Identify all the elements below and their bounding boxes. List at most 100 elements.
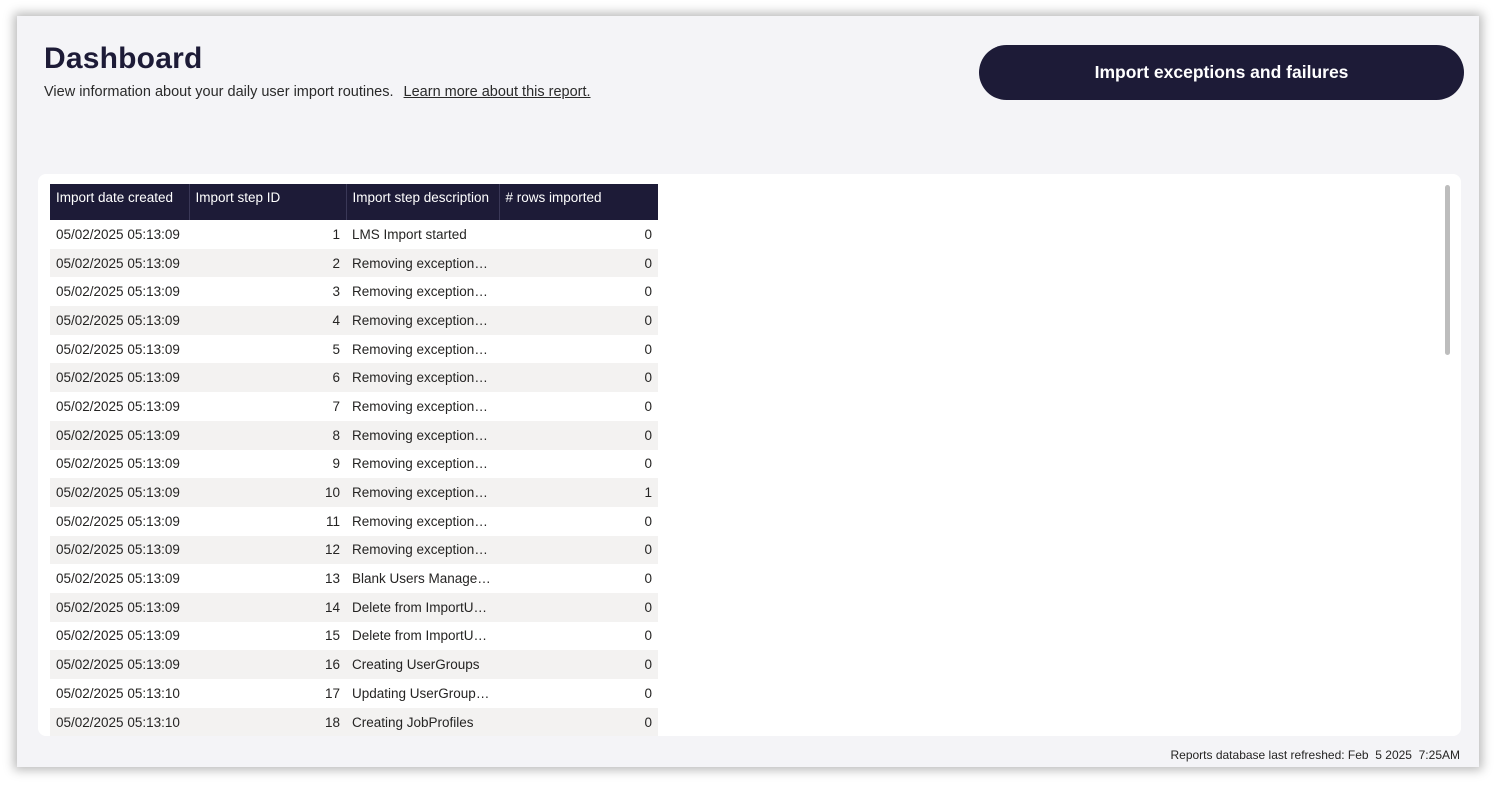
cell-step-id: 4 [189, 306, 346, 335]
cell-step-id: 11 [325, 513, 340, 529]
cell-description: Removing exception… [346, 478, 499, 507]
cell-step-id: 2 [189, 248, 346, 278]
learn-more-link[interactable]: Learn more about this report. [404, 84, 591, 100]
table-row[interactable]: 05/02/2025 05:13:09 1 LMS Import started 0 [50, 220, 658, 249]
cell-date: 05/02/2025 05:13:09 [50, 248, 189, 278]
subtitle-text: View information about your daily user i… [44, 84, 394, 100]
cell-rows-imported: 1 [499, 478, 658, 507]
table-row[interactable]: 05/02/2025 05:13:09 3 Removing exception… 0 [50, 277, 658, 306]
cell-description: Removing exception… [346, 248, 499, 278]
cell-date: 05/02/2025 05:13:09 [50, 478, 189, 507]
import-steps-table: Import date created Import step ID Import … [50, 184, 658, 736]
cell-step-id: 16 [189, 650, 346, 679]
cell-date: 05/02/2025 05:13:10 [56, 685, 180, 701]
cell-step-id: 3 [332, 284, 340, 300]
column-header-rows-imported[interactable]: # rows imported [499, 184, 658, 220]
table-row[interactable]: 05/02/2025 05:13:09 16 Creating UserGroups… [50, 650, 658, 679]
vertical-scrollbar[interactable] [1445, 185, 1450, 355]
cell-date: 05/02/2025 05:13:09 [56, 628, 180, 644]
cell-date: 05/02/2025 05:13:09 [56, 398, 180, 414]
cell-rows-imported: 0 [644, 456, 652, 472]
cell-rows-imported: 0 [499, 420, 658, 450]
table-row[interactable]: 05/02/2025 05:13:09 12 Removing exception…… [50, 535, 658, 565]
cell-rows-imported: 0 [644, 513, 652, 529]
cell-date: 05/02/2025 05:13:09 [50, 363, 189, 393]
import-exceptions-button[interactable]: Import exceptions and failures [979, 45, 1464, 100]
table-card: Import date created Import step ID Import … [38, 174, 1461, 736]
cell-date: 05/02/2025 05:13:09 [56, 341, 180, 357]
cell-description: Blank Users Manage… [352, 571, 491, 587]
cell-date: 05/02/2025 05:13:09 [50, 306, 189, 335]
cell-step-id: 17 [324, 685, 340, 701]
table-row[interactable]: 05/02/2025 05:13:09 15 Delete from ImportU… [50, 622, 658, 651]
cell-description: Delete from ImportU… [352, 628, 488, 644]
table-row[interactable]: 05/02/2025 05:13:09 6 Removing exception… 0 [50, 363, 658, 393]
cell-rows-imported: 0 [499, 707, 658, 736]
cell-description: Removing exception… [346, 306, 499, 335]
cell-description: Updating UserGroup… [352, 685, 490, 701]
cell-step-id: 13 [324, 571, 340, 587]
column-header-description[interactable]: Import step description [346, 184, 500, 220]
cell-description: LMS Import started [352, 226, 467, 242]
cell-step-id: 18 [189, 707, 346, 736]
table-row[interactable]: 05/02/2025 05:13:10 18 Creating JobProfile… [50, 707, 658, 736]
table-row[interactable]: 05/02/2025 05:13:09 10 Removing exception…… [50, 478, 658, 507]
cell-date: 05/02/2025 05:13:09 [56, 571, 180, 587]
cell-date: 05/02/2025 05:13:09 [56, 226, 180, 242]
cell-rows-imported: 0 [499, 248, 658, 278]
cell-description: Removing exception… [352, 284, 488, 300]
cell-rows-imported: 0 [644, 341, 652, 357]
table-body: 05/02/2025 05:13:09 1 LMS Import started 0… [50, 220, 658, 736]
cell-step-id: 12 [189, 535, 346, 565]
table-row[interactable]: 05/02/2025 05:13:09 9 Removing exception… 0 [50, 450, 658, 479]
table-row[interactable]: 05/02/2025 05:13:09 7 Removing exception… 0 [50, 392, 658, 421]
cell-description: Creating JobProfiles [346, 707, 499, 736]
cell-description: Removing exception… [346, 363, 499, 393]
table-row[interactable]: 05/02/2025 05:13:09 8 Removing exception… 0 [50, 420, 658, 450]
table-row[interactable]: 05/02/2025 05:13:09 14 Delete from ImportU… [50, 592, 658, 622]
cell-rows-imported: 0 [644, 628, 652, 644]
cell-date: 05/02/2025 05:13:09 [50, 650, 189, 679]
table-row[interactable]: 05/02/2025 05:13:09 11 Removing exception…… [50, 507, 658, 536]
cell-rows-imported: 0 [499, 592, 658, 622]
table-row[interactable]: 05/02/2025 05:13:09 2 Removing exception… 0 [50, 248, 658, 278]
report-frame: Dashboard View information about your da… [17, 16, 1479, 767]
cell-date: 05/02/2025 05:13:09 [50, 420, 189, 450]
refresh-status: Reports database last refreshed: Feb 5 2… [1170, 748, 1460, 762]
column-header-date[interactable]: Import date created [50, 184, 190, 220]
cell-description: Removing exception… [346, 420, 499, 450]
cell-date: 05/02/2025 05:13:09 [50, 535, 189, 565]
cell-rows-imported: 0 [499, 650, 658, 679]
cell-rows-imported: 0 [644, 685, 652, 701]
cell-step-id: 6 [189, 363, 346, 393]
cell-step-id: 10 [189, 478, 346, 507]
cell-date: 05/02/2025 05:13:09 [56, 513, 180, 529]
column-header-step-id[interactable]: Import step ID [189, 184, 347, 220]
cell-step-id: 14 [189, 592, 346, 622]
cell-description: Removing exception… [352, 456, 488, 472]
table-row[interactable]: 05/02/2025 05:13:09 13 Blank Users Manage…… [50, 564, 658, 593]
table-scroll-area[interactable]: Import date created Import step ID Import … [50, 184, 658, 736]
cell-date: 05/02/2025 05:13:09 [50, 592, 189, 622]
cell-step-id: 15 [324, 628, 340, 644]
cell-rows-imported: 0 [499, 306, 658, 335]
cell-step-id: 8 [189, 420, 346, 450]
cell-rows-imported: 0 [644, 226, 652, 242]
cell-rows-imported: 0 [644, 284, 652, 300]
table-row[interactable]: 05/02/2025 05:13:09 5 Removing exception… 0 [50, 335, 658, 364]
cell-description: Removing exception… [352, 341, 488, 357]
page-title: Dashboard [44, 42, 203, 75]
table-row[interactable]: 05/02/2025 05:13:09 4 Removing exception… 0 [50, 306, 658, 335]
table-row[interactable]: 05/02/2025 05:13:10 17 Updating UserGroup…… [50, 679, 658, 708]
cell-description: Removing exception… [346, 535, 499, 565]
cell-rows-imported: 0 [644, 398, 652, 414]
cell-description: Creating UserGroups [346, 650, 499, 679]
cell-rows-imported: 0 [644, 571, 652, 587]
page-subtitle: View information about your daily user i… [44, 84, 591, 100]
cell-date: 05/02/2025 05:13:09 [56, 284, 180, 300]
cell-description: Delete from ImportU… [346, 592, 499, 622]
cell-description: Removing exception… [352, 398, 488, 414]
cell-step-id: 1 [332, 226, 340, 242]
cell-description: Removing exception… [352, 513, 488, 529]
cell-date: 05/02/2025 05:13:10 [50, 707, 189, 736]
